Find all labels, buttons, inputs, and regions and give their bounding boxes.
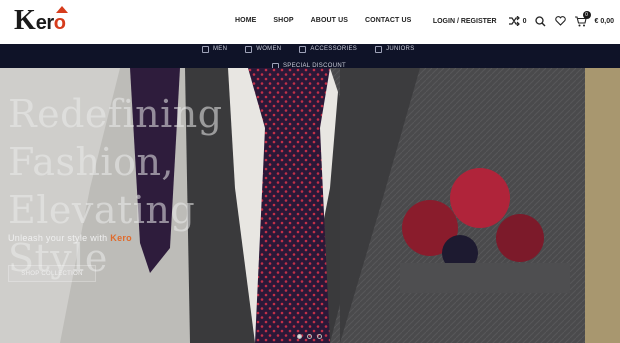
site-header: K ero HOME SHOP ABOUT US CONTACT US LOGI… (0, 0, 620, 44)
shuffle-icon[interactable] (509, 15, 521, 27)
category-accessories-label: ACCESSORIES (310, 46, 358, 52)
hero-tagline-text: Unleash your style with (8, 233, 108, 243)
nav-contact-us[interactable]: CONTACT US (365, 17, 411, 24)
menu-grid-icon (299, 45, 307, 53)
login-register-link[interactable]: LOGIN / REGISTER (433, 18, 497, 25)
hero-tagline: Unleash your style with Kero (8, 233, 132, 243)
search-icon[interactable] (535, 15, 547, 27)
logo-er: er (35, 12, 54, 34)
nav-about-us[interactable]: ABOUT US (311, 17, 348, 24)
category-juniors[interactable]: JUNIORS (375, 45, 415, 53)
logo[interactable]: K ero (14, 5, 68, 36)
nav-shop[interactable]: SHOP (273, 17, 293, 24)
compare-count: 0 (522, 17, 527, 25)
category-men[interactable]: MEN (202, 45, 228, 53)
cart-icon[interactable]: 0 (574, 11, 591, 27)
logo-o: o (53, 12, 66, 34)
slider-dot[interactable] (307, 334, 312, 339)
slider-dot[interactable] (297, 334, 302, 339)
hero-slider: Redefining Fashion, Elevating Style Unle… (0, 68, 620, 343)
category-women[interactable]: WOMEN (245, 45, 282, 53)
menu-grid-icon (245, 45, 253, 53)
main-nav: HOME SHOP ABOUT US CONTACT US (235, 17, 411, 24)
menu-grid-icon (375, 45, 383, 53)
hero-headline-line: Redefining (8, 92, 223, 136)
menu-grid-icon (202, 45, 209, 53)
shop-collection-button[interactable]: SHOP COLLECTION (8, 265, 96, 282)
category-nav-row: MEN WOMEN ACCESSORIES JUNIORS (202, 44, 415, 54)
slider-dot[interactable] (317, 334, 322, 339)
cart-total[interactable]: € 0,00 (595, 18, 614, 25)
category-juniors-label: JUNIORS (386, 46, 415, 52)
header-tools: LOGIN / REGISTER 0 0 € 0,00 (433, 11, 614, 28)
logo-letter-k: K (14, 5, 36, 36)
category-accessories[interactable]: ACCESSORIES (299, 45, 358, 53)
nav-home[interactable]: HOME (235, 17, 256, 24)
logo-arrow-icon (56, 6, 68, 13)
hero-tagline-brand: Kero (110, 233, 132, 243)
logo-letters: ero (36, 10, 66, 36)
slider-pagination (297, 334, 322, 339)
heart-icon[interactable] (555, 15, 567, 27)
category-women-label: WOMEN (256, 46, 282, 52)
cart-count-badge: 0 (582, 11, 591, 19)
hero-headline-line: Fashion, (8, 140, 175, 184)
category-men-label: MEN (213, 46, 228, 52)
hero-headline: Redefining Fashion, Elevating Style (8, 90, 298, 282)
